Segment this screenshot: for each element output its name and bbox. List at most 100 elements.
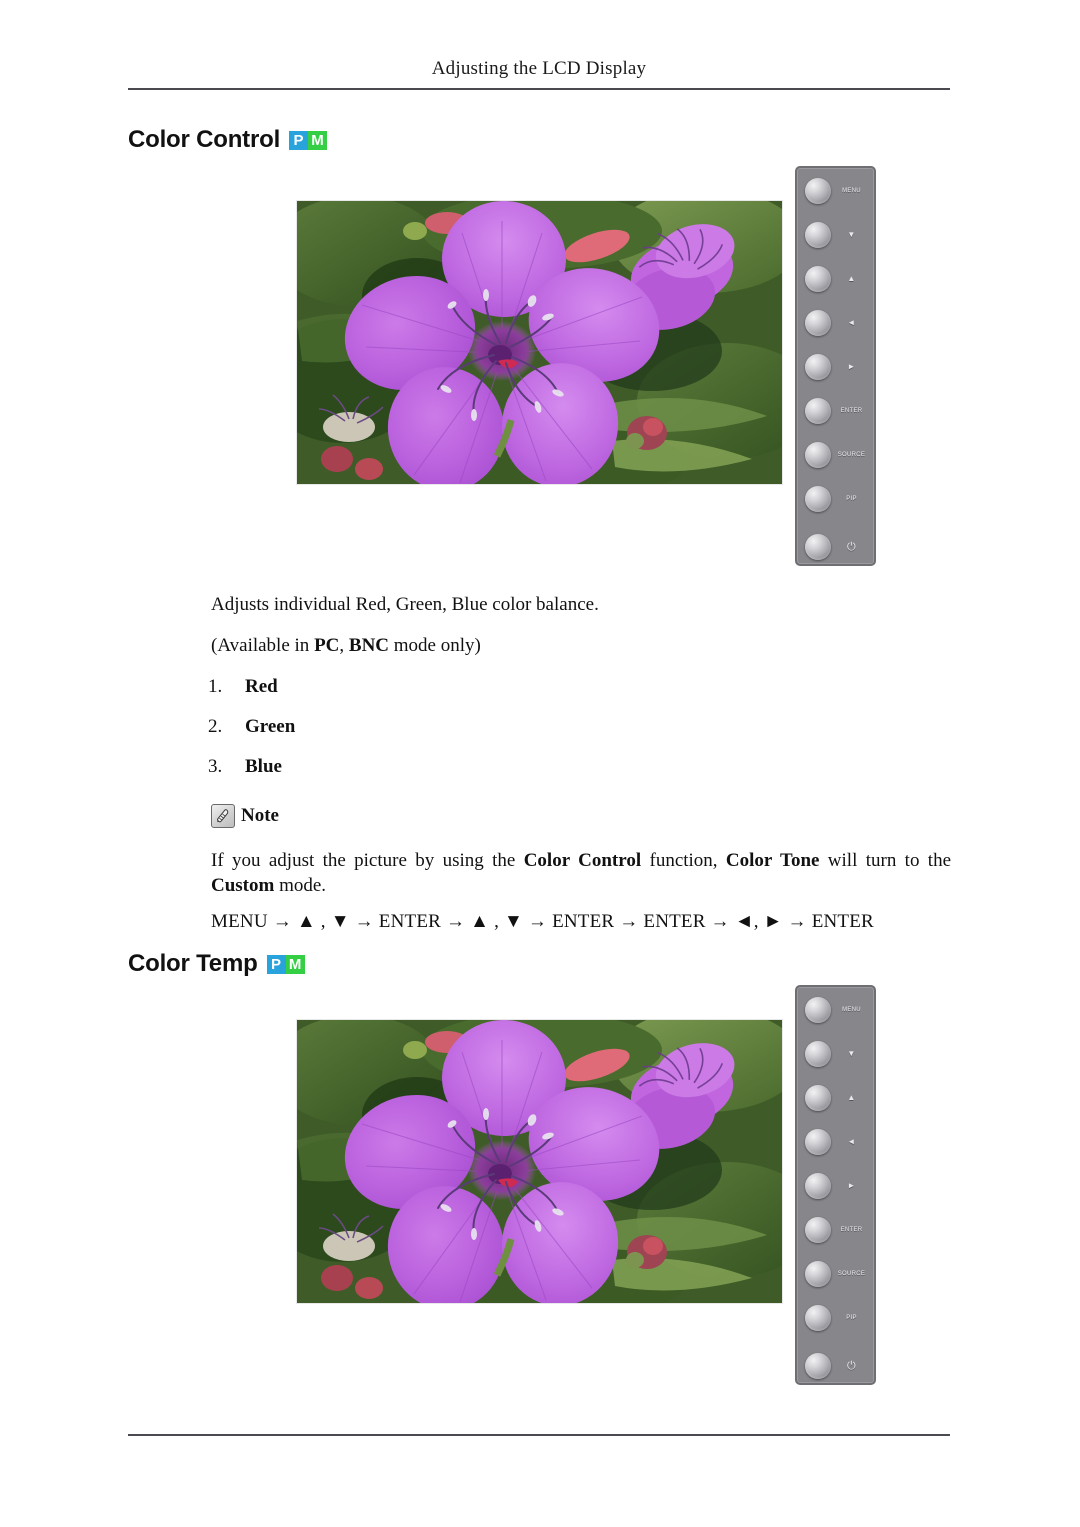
list-item: 1. Red: [208, 676, 508, 716]
note-bold-color-tone: Color Tone: [725, 850, 820, 871]
chevron-left-icon: ◄: [847, 318, 856, 327]
badge-pc-icon: P: [266, 954, 286, 974]
list-item: 2. Green: [208, 716, 508, 756]
button-knob-icon[interactable]: [805, 1173, 831, 1199]
panel-button-power[interactable]: ⏻: [797, 530, 874, 564]
panel-button-menu[interactable]: MENU: [797, 993, 874, 1027]
note-label: Note: [241, 805, 279, 826]
note-pencil-icon: [211, 804, 235, 828]
panel-button-pip[interactable]: PIP: [797, 482, 874, 516]
panel-button-source[interactable]: SOURCE: [797, 438, 874, 472]
chevron-down-icon: ▼: [847, 230, 856, 239]
panel-button-right[interactable]: ►: [797, 1169, 874, 1203]
monitor-photo-flower: [296, 1019, 783, 1304]
list-item-label: Red: [245, 676, 278, 697]
button-knob-icon[interactable]: [805, 178, 831, 204]
page-header-title: Adjusting the LCD Display: [431, 58, 647, 79]
button-knob-icon[interactable]: [805, 222, 831, 248]
chevron-up-icon: ▲: [847, 274, 856, 283]
button-knob-icon[interactable]: [805, 442, 831, 468]
note-header: Note: [211, 804, 279, 828]
button-knob-icon[interactable]: [805, 997, 831, 1023]
power-icon: ⏻: [846, 540, 856, 553]
panel-button-label: PIP: [846, 1315, 857, 1321]
panel-button-up[interactable]: ▲: [797, 1081, 874, 1115]
chevron-right-icon: ►: [847, 362, 856, 371]
button-knob-icon[interactable]: [805, 398, 831, 424]
paragraph-available-modes: (Available in PC, BNC mode only): [211, 633, 481, 659]
footer-rule: [128, 1434, 950, 1436]
chevron-down-icon: ▼: [847, 1049, 856, 1058]
chevron-left-icon: ◄: [847, 1137, 856, 1146]
chevron-right-icon: ►: [847, 1181, 856, 1190]
panel-button-label: SOURCE: [837, 452, 866, 458]
mode-badges: P M: [266, 954, 305, 974]
paragraph-adjusts: Adjusts individual Red, Green, Blue colo…: [211, 594, 599, 615]
mode-badges: P M: [289, 130, 328, 150]
available-suffix: mode only): [389, 635, 481, 656]
panel-button-label: MENU: [842, 1007, 861, 1013]
note-text-1: If you adjust the picture by using the: [211, 850, 524, 871]
mode-pc: PC: [314, 635, 340, 656]
page-header: Adjusting the LCD Display: [128, 58, 950, 80]
panel-button-label: ENTER: [840, 408, 863, 414]
panel-button-label: ENTER: [840, 1227, 863, 1233]
monitor-control-panel: MENU ▼ ▲ ◄ ► ENTER SOURCE PIP ⏻: [795, 985, 876, 1385]
badge-mode-icon: M: [308, 130, 328, 150]
section-title-color-temp: Color Temp: [128, 950, 258, 977]
list-item: 3. Blue: [208, 756, 508, 796]
note-text-4: mode.: [274, 875, 327, 896]
panel-button-right[interactable]: ►: [797, 350, 874, 384]
list-item-number: 1.: [208, 676, 223, 697]
list-item-number: 2.: [208, 716, 223, 737]
button-knob-icon[interactable]: [805, 310, 831, 336]
button-knob-icon[interactable]: [805, 1353, 831, 1379]
note-text-2: function,: [641, 850, 726, 871]
button-knob-icon[interactable]: [805, 1041, 831, 1067]
panel-button-enter[interactable]: ENTER: [797, 394, 874, 428]
button-knob-icon[interactable]: [805, 1261, 831, 1287]
list-item-label: Blue: [245, 756, 282, 777]
panel-button-left[interactable]: ◄: [797, 1125, 874, 1159]
button-knob-icon[interactable]: [805, 1305, 831, 1331]
note-bold-color-control: Color Control: [523, 850, 642, 871]
panel-button-label: SOURCE: [837, 1271, 866, 1277]
menu-navigation-path: MENU → ▲ , ▼ → ENTER → ▲ , ▼ → ENTER → E…: [211, 911, 874, 932]
button-knob-icon[interactable]: [805, 486, 831, 512]
panel-button-pip[interactable]: PIP: [797, 1301, 874, 1335]
header-rule: [128, 88, 950, 90]
panel-button-down[interactable]: ▼: [797, 218, 874, 252]
note-bold-custom: Custom: [211, 875, 275, 896]
note-text-3: will turn to the: [819, 850, 952, 871]
panel-button-up[interactable]: ▲: [797, 262, 874, 296]
button-knob-icon[interactable]: [805, 266, 831, 292]
chevron-up-icon: ▲: [847, 1093, 856, 1102]
panel-button-enter[interactable]: ENTER: [797, 1213, 874, 1247]
section-heading-color-temp: Color Temp P M: [128, 950, 305, 978]
power-icon: ⏻: [846, 1359, 856, 1372]
panel-button-label: PIP: [846, 496, 857, 502]
button-knob-icon[interactable]: [805, 1129, 831, 1155]
panel-button-label: MENU: [842, 188, 861, 194]
available-prefix: (Available in: [211, 635, 315, 656]
panel-button-menu[interactable]: MENU: [797, 174, 874, 208]
badge-pc-icon: P: [289, 130, 309, 150]
badge-mode-icon: M: [285, 954, 305, 974]
button-knob-icon[interactable]: [805, 1217, 831, 1243]
button-knob-icon[interactable]: [805, 534, 831, 560]
section-heading-color-control: Color Control P M: [128, 126, 328, 154]
panel-button-left[interactable]: ◄: [797, 306, 874, 340]
panel-button-down[interactable]: ▼: [797, 1037, 874, 1071]
button-knob-icon[interactable]: [805, 1085, 831, 1111]
list-item-number: 3.: [208, 756, 223, 777]
note-body-text: If you adjust the picture by using the C…: [211, 848, 951, 898]
color-component-list: 1. Red 2. Green 3. Blue: [208, 676, 508, 796]
panel-button-source[interactable]: SOURCE: [797, 1257, 874, 1291]
panel-button-power[interactable]: ⏻: [797, 1349, 874, 1383]
page-title: Color Control: [128, 126, 281, 153]
button-knob-icon[interactable]: [805, 354, 831, 380]
mode-bnc: BNC: [348, 635, 390, 656]
list-item-label: Green: [245, 716, 296, 737]
monitor-photo-flower: [296, 200, 783, 485]
monitor-control-panel: MENU ▼ ▲ ◄ ► ENTER SOURCE PIP ⏻: [795, 166, 876, 566]
